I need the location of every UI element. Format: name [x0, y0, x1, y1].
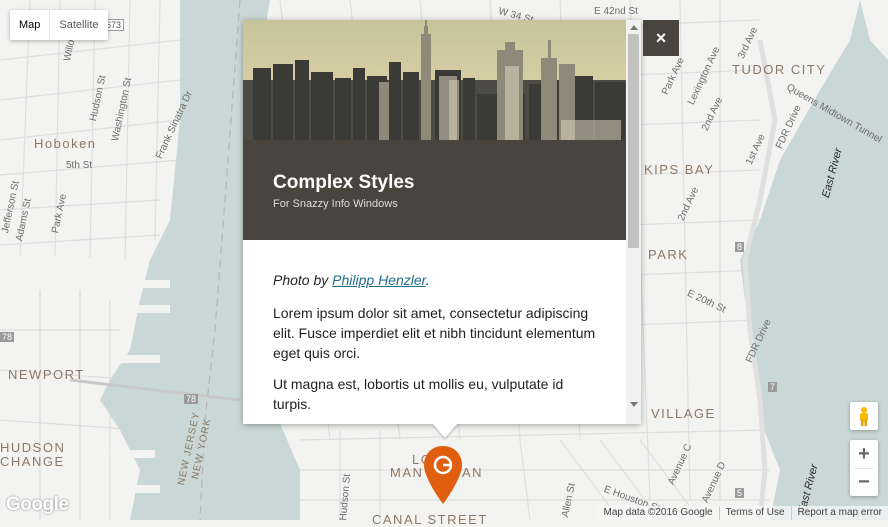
- zoom-out-icon[interactable]: −: [850, 468, 878, 496]
- info-window-body: Photo by Philipp Henzler. Lorem ipsum do…: [243, 240, 626, 424]
- scrollbar-thumb[interactable]: [628, 34, 639, 248]
- street-label: 5th St: [66, 160, 93, 171]
- photo-credit: Photo by Philipp Henzler.: [273, 270, 430, 290]
- pegman-icon[interactable]: [850, 402, 878, 430]
- area-label-park: PARK: [648, 247, 689, 262]
- area-label-tudor-city: TUDOR CITY: [732, 62, 827, 77]
- route-shield: 7: [768, 382, 778, 392]
- credit-suffix: .: [425, 272, 430, 288]
- area-label-village: VILLAGE: [651, 406, 716, 421]
- info-window-header: Complex Styles For Snazzy Info Windows: [243, 140, 626, 240]
- area-label-newport: NEWPORT: [8, 367, 85, 382]
- area-label-kips-bay: KIPS BAY: [644, 162, 715, 177]
- credit-prefix: Photo by: [273, 272, 333, 288]
- map-data-attribution: Map data ©2016 Google: [597, 506, 719, 520]
- map-type-control: Map Satellite: [10, 10, 108, 40]
- area-label-hoboken: Hoboken: [34, 136, 97, 151]
- map-footer: Map data ©2016 Google Terms of Use Repor…: [597, 506, 888, 520]
- route-shield: 5: [735, 488, 745, 498]
- info-paragraph: Lorem ipsum dolor sit amet, consectetur …: [273, 305, 596, 361]
- area-label-man: MAN: [390, 465, 424, 480]
- area-label-change: CHANGE: [0, 454, 65, 469]
- route-shield: 8: [735, 242, 745, 252]
- info-paragraph: Ut magna est, lobortis ut mollis eu, vul…: [273, 376, 564, 412]
- zoom-in-icon[interactable]: +: [850, 440, 878, 468]
- map-type-satellite-button[interactable]: Satellite: [50, 10, 107, 40]
- info-window-pointer: [433, 424, 457, 438]
- route-shield: 78: [184, 394, 199, 404]
- area-label-hudson: HUDSON: [0, 440, 66, 455]
- map-type-map-button[interactable]: Map: [10, 10, 49, 40]
- info-window: Complex Styles For Snazzy Info Windows P…: [243, 20, 641, 424]
- zoom-control: + −: [850, 440, 878, 496]
- area-label-an: AN: [462, 465, 484, 480]
- info-window-subtitle: For Snazzy Info Windows: [273, 198, 398, 210]
- photographer-link[interactable]: Philipp Henzler: [332, 272, 426, 288]
- route-shield: 78: [0, 332, 15, 342]
- google-logo[interactable]: Google: [6, 494, 69, 516]
- scroll-down-arrow-icon[interactable]: [630, 402, 638, 407]
- city-skyline-image: [243, 20, 626, 140]
- report-map-error-link[interactable]: Report a map error: [791, 506, 888, 520]
- scroll-up-arrow-icon[interactable]: [630, 25, 638, 30]
- street-label: E 42nd St: [594, 6, 638, 17]
- info-window-title: Complex Styles: [273, 172, 415, 193]
- info-window-scrollbar[interactable]: [626, 20, 641, 424]
- close-icon[interactable]: ×: [643, 20, 679, 56]
- map-marker-icon[interactable]: [423, 446, 463, 504]
- terms-of-use-link[interactable]: Terms of Use: [719, 506, 791, 520]
